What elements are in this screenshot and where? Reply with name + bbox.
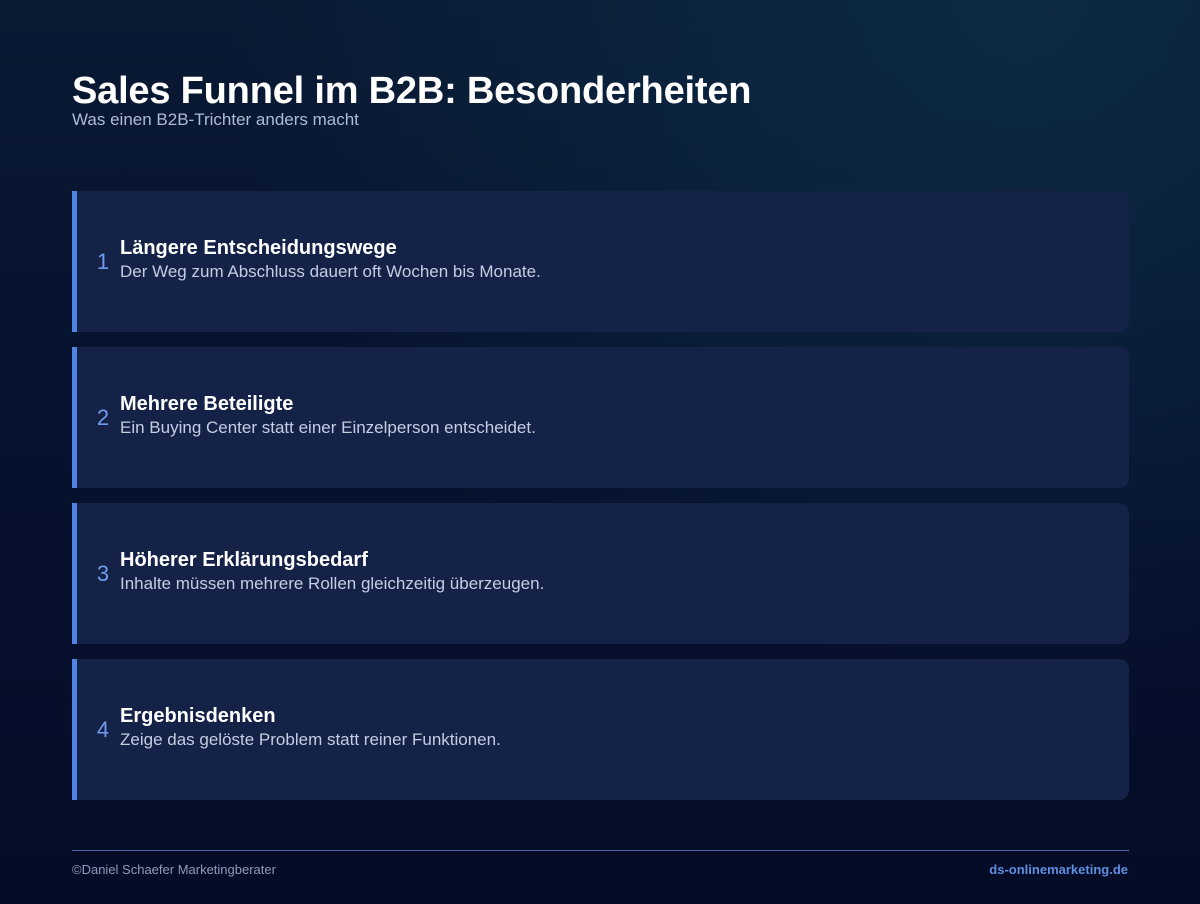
card-title: Mehrere Beteiligte — [120, 393, 294, 415]
feature-card-1: 1 Längere Entscheidungswege Der Weg zum … — [72, 191, 1129, 332]
card-description: Der Weg zum Abschluss dauert oft Wochen … — [120, 262, 541, 281]
card-number: 1 — [96, 248, 110, 274]
card-description: Ein Buying Center statt einer Einzelpers… — [120, 418, 536, 437]
card-description: Inhalte müssen mehrere Rollen gleichzeit… — [120, 574, 545, 593]
feature-card-4: 4 Ergebnisdenken Zeige das gelöste Probl… — [72, 659, 1129, 800]
card-number: 4 — [96, 716, 110, 742]
footer-website-link[interactable]: ds-onlinemarketing.de — [989, 862, 1128, 877]
card-number: 3 — [96, 560, 110, 586]
card-title: Höherer Erklärungsbedarf — [120, 549, 368, 571]
feature-card-3: 3 Höherer Erklärungsbedarf Inhalte müsse… — [72, 503, 1129, 644]
card-description: Zeige das gelöste Problem statt reiner F… — [120, 730, 501, 749]
page-header: Sales Funnel im B2B: Besonderheiten Was … — [72, 68, 1128, 130]
footer-divider — [72, 850, 1129, 851]
card-title: Längere Entscheidungswege — [120, 237, 397, 259]
footer-copyright: ©Daniel Schaefer Marketingberater — [72, 862, 276, 877]
feature-list: 1 Längere Entscheidungswege Der Weg zum … — [72, 191, 1129, 815]
feature-card-2: 2 Mehrere Beteiligte Ein Buying Center s… — [72, 347, 1129, 488]
card-title: Ergebnisdenken — [120, 705, 276, 727]
page-title: Sales Funnel im B2B: Besonderheiten — [72, 70, 752, 112]
card-number: 2 — [96, 404, 110, 430]
